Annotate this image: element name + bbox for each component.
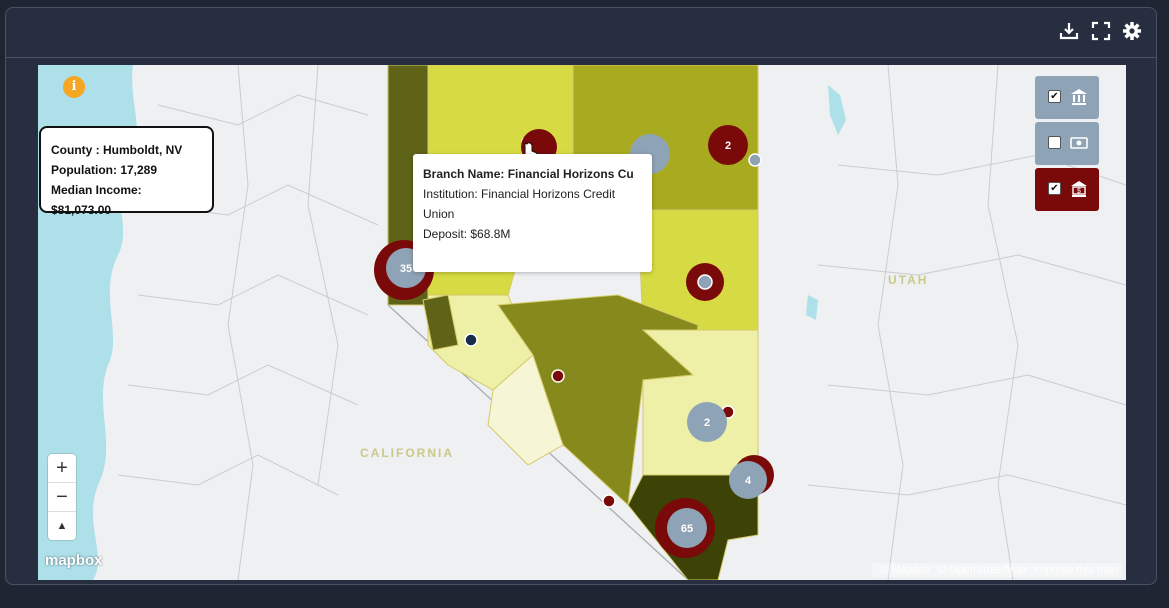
county-population: Population: 17,289 (51, 163, 158, 177)
branch-point[interactable] (697, 274, 713, 290)
great-salt-lake (828, 85, 846, 135)
cluster-65[interactable]: 65 (655, 498, 715, 558)
credit-union-icon: $ (1071, 181, 1087, 197)
credit-union-layer-checkbox[interactable]: ✔ (1048, 182, 1061, 195)
state-label-utah: UTAH (888, 273, 928, 287)
bank-layer-checkbox[interactable]: ✔ (1048, 90, 1061, 103)
nevada-counties[interactable] (387, 65, 759, 580)
utah-lake (806, 295, 818, 320)
zoom-out-button[interactable]: − (48, 483, 76, 512)
branch-institution: Institution: Financial Horizons Credit U… (423, 187, 616, 221)
gear-icon[interactable] (1122, 21, 1142, 41)
branch-point[interactable] (748, 153, 762, 167)
compass-button[interactable]: ▲ (48, 512, 76, 540)
svg-text:$: $ (1077, 188, 1081, 195)
state-label-california: CALIFORNIA (360, 446, 454, 460)
info-icon[interactable]: i (63, 76, 85, 98)
county-info-card: County : Humboldt, NV Population: 17,289… (39, 126, 214, 217)
fullscreen-icon[interactable] (1091, 21, 1111, 41)
branch-deposit: Deposit: $68.8M (423, 227, 511, 241)
zoom-controls: + − ▲ (48, 454, 76, 540)
branch-name: Branch Name: Financial Horizons Cu (423, 167, 634, 181)
cluster-2-red[interactable]: 2 (708, 125, 748, 165)
layer-toggle-cash[interactable] (1035, 122, 1099, 165)
branch-point[interactable] (551, 369, 565, 383)
layer-toggle-credit-union[interactable]: ✔ $ (1035, 168, 1099, 211)
cash-layer-checkbox[interactable] (1048, 136, 1061, 149)
cash-icon (1070, 137, 1088, 149)
svg-text:65: 65 (681, 523, 693, 535)
county-median-income: Median Income: $81,073.00 (51, 183, 142, 217)
branch-tooltip: Branch Name: Financial Horizons Cu Insti… (413, 154, 652, 272)
svg-text:35: 35 (400, 263, 412, 275)
layer-toggle-bank[interactable]: ✔ (1035, 76, 1099, 119)
zoom-in-button[interactable]: + (48, 454, 76, 483)
download-icon[interactable] (1059, 21, 1079, 41)
bank-icon (1071, 89, 1087, 105)
county-name: County : Humboldt, NV (51, 143, 183, 157)
attribution-improve[interactable]: Improve this map (1034, 564, 1118, 576)
mapbox-logo[interactable]: mapbox (45, 552, 103, 569)
attribution-osm[interactable]: © OpenStreetMap (938, 564, 1027, 576)
panel-header (6, 8, 1156, 58)
cluster-2-blue[interactable]: 2 (687, 402, 727, 442)
svg-text:4: 4 (745, 475, 752, 487)
branch-point[interactable] (602, 494, 616, 508)
branch-point[interactable] (464, 333, 478, 347)
attribution-mapbox[interactable]: © Mapbox (880, 564, 930, 576)
svg-text:2: 2 (725, 140, 731, 152)
choropleth-map[interactable]: UTAH CALIFORNIA 35 2 2 4 65 i County: H… (38, 65, 1126, 580)
svg-text:2: 2 (704, 417, 710, 429)
map-attribution: © Mapbox © OpenStreetMap Improve this ma… (872, 563, 1122, 577)
